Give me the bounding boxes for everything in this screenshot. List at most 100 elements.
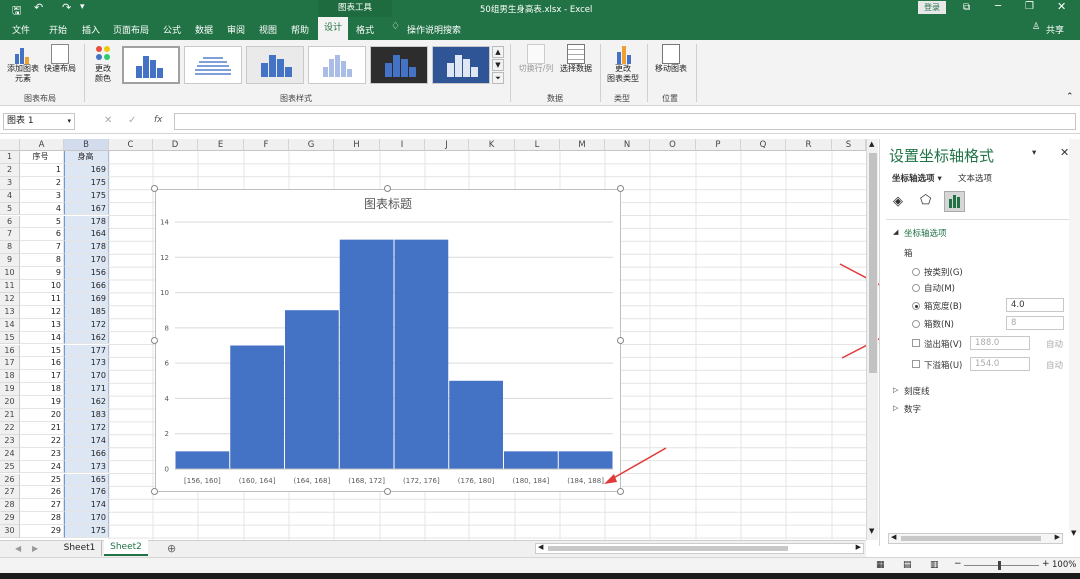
x-tick-label[interactable]: (168, 172] — [348, 477, 385, 485]
tab-data[interactable]: 数据 — [195, 23, 213, 36]
underflow-auto-button[interactable]: 自动 — [1046, 359, 1063, 371]
x-tick-label[interactable]: (172, 176] — [403, 477, 440, 485]
tab-format[interactable]: 格式 — [356, 23, 374, 36]
effects-icon[interactable]: ⬠ — [920, 193, 931, 208]
histogram-bar[interactable] — [285, 310, 339, 469]
axis-options-icon[interactable] — [944, 191, 965, 212]
qat-dropdown-icon[interactable]: ▾ — [80, 2, 85, 12]
section-expand-icon[interactable]: ◢ — [893, 228, 898, 236]
bin-count-input[interactable]: 8 — [1006, 316, 1064, 330]
subtab-text-options[interactable]: 文本选项 — [958, 172, 992, 184]
chart-style-1[interactable] — [122, 46, 180, 84]
collapse-ribbon-icon[interactable]: ⌃ — [1066, 92, 1074, 102]
tell-me-search[interactable]: 操作说明搜索 — [407, 23, 461, 36]
chart-style-5[interactable] — [370, 46, 428, 84]
prev-sheet-icon[interactable]: ◀ — [15, 544, 21, 553]
close-icon[interactable]: ✕ — [1057, 0, 1066, 13]
section-axis-options[interactable]: 坐标轴选项 — [904, 227, 947, 239]
styles-more[interactable]: ⏷ — [492, 72, 504, 84]
tab-home[interactable]: 开始 — [49, 23, 67, 36]
tab-formulas[interactable]: 公式 — [163, 23, 181, 36]
page-layout-view-icon[interactable]: ▤ — [903, 560, 912, 570]
formula-input[interactable] — [174, 113, 1076, 130]
x-tick-label[interactable]: (160, 164] — [239, 477, 276, 485]
tab-design[interactable]: 设计 — [318, 17, 348, 40]
pane-close-icon[interactable]: ✕ — [1060, 146, 1069, 159]
chart-plot-area[interactable]: 0 2 4 6 8 10 12 14 [156, 160] (160, 164] (164, 168… — [156, 190, 620, 491]
histogram-bar[interactable] — [504, 451, 558, 469]
resize-handle-t[interactable] — [384, 185, 391, 192]
x-tick-label[interactable]: (164, 168] — [294, 477, 331, 485]
login-button[interactable]: 登录 — [918, 1, 946, 14]
resize-handle-b[interactable] — [384, 488, 391, 495]
chart-style-3[interactable] — [246, 46, 304, 84]
page-break-view-icon[interactable]: ▥ — [930, 560, 939, 570]
move-chart-button[interactable]: 移动图表 — [652, 44, 690, 74]
histogram-bar[interactable] — [394, 239, 449, 469]
x-tick-label[interactable]: (176, 180] — [458, 477, 495, 485]
resize-handle-bl[interactable] — [151, 488, 158, 495]
radio-bin-count[interactable] — [912, 320, 920, 328]
styles-scroll-up[interactable]: ▲ — [492, 46, 504, 58]
radio-by-category[interactable] — [912, 268, 920, 276]
checkbox-overflow[interactable] — [912, 339, 920, 347]
tick-marks-expand-icon[interactable]: ▷ — [893, 386, 898, 394]
zoom-slider[interactable] — [964, 561, 1039, 570]
histogram-bar[interactable] — [449, 380, 503, 469]
function-icon[interactable]: fx — [154, 115, 163, 125]
tab-insert[interactable]: 插入 — [82, 23, 100, 36]
tab-page-layout[interactable]: 页面布局 — [113, 23, 149, 36]
quick-layout-button[interactable]: 快速布局 — [42, 44, 78, 74]
sheet-tab-1[interactable]: Sheet1 — [58, 541, 102, 556]
chart-style-4[interactable] — [308, 46, 366, 84]
sheet-tab-2[interactable]: Sheet2 — [104, 540, 148, 556]
tab-file[interactable]: 文件 — [12, 23, 30, 36]
zoom-in-icon[interactable]: + — [1042, 559, 1050, 569]
next-sheet-icon[interactable]: ▶ — [32, 544, 38, 553]
name-box[interactable]: 图表 1 ▾ — [3, 113, 75, 130]
x-tick-label[interactable]: (184, 188] — [567, 477, 604, 485]
change-chart-type-button[interactable]: 更改 图表类型 — [604, 44, 642, 84]
pane-scrollbar[interactable]: ◀ ▶ — [888, 533, 1063, 544]
x-tick-label[interactable]: [156, 160] — [184, 477, 221, 485]
number-expand-icon[interactable]: ▷ — [893, 404, 898, 412]
enter-icon[interactable]: ✓ — [128, 115, 136, 126]
zoom-out-icon[interactable]: − — [954, 559, 962, 569]
minimize-icon[interactable]: ─ — [995, 1, 1001, 12]
underflow-input[interactable]: 154.0 — [970, 357, 1030, 371]
pane-options-icon[interactable]: ▾ — [1032, 148, 1036, 158]
radio-bin-width[interactable] — [912, 302, 920, 310]
vertical-scrollbar[interactable]: ▲ ▼ — [866, 139, 878, 540]
histogram-bar[interactable] — [339, 239, 394, 469]
chart-style-2[interactable] — [184, 46, 242, 84]
add-sheet-icon[interactable]: ⊕ — [167, 542, 176, 555]
redo-icon[interactable]: ↷ — [62, 1, 71, 14]
overflow-input[interactable]: 188.0 — [970, 336, 1030, 350]
horizontal-scrollbar[interactable]: ◀ ▶ — [535, 543, 864, 554]
overflow-auto-button[interactable]: 自动 — [1046, 338, 1063, 350]
zoom-level[interactable]: 100% — [1052, 560, 1076, 570]
resize-handle-tl[interactable] — [151, 185, 158, 192]
chart-style-6[interactable] — [432, 46, 490, 84]
resize-handle-l[interactable] — [151, 337, 158, 344]
section-tick-marks[interactable]: 刻度线 — [904, 385, 930, 397]
normal-view-icon[interactable]: ▦ — [876, 560, 885, 570]
scroll-down-icon[interactable]: ▼ — [869, 527, 874, 535]
section-number[interactable]: 数字 — [904, 403, 921, 415]
checkbox-underflow[interactable] — [912, 360, 920, 368]
change-colors-button[interactable]: 更改 颜色 — [88, 44, 118, 84]
radio-auto[interactable] — [912, 284, 920, 292]
add-chart-element-button[interactable]: 添加图表 元素 — [4, 44, 42, 84]
ribbon-display-icon[interactable]: ⧉ — [963, 2, 970, 13]
cancel-icon[interactable]: ✕ — [104, 115, 112, 126]
subtab-axis-options[interactable]: 坐标轴选项 ▾ — [892, 172, 942, 184]
x-tick-label[interactable]: (180, 184] — [513, 477, 550, 485]
resize-handle-tr[interactable] — [617, 185, 624, 192]
histogram-bar[interactable] — [175, 451, 230, 469]
styles-scroll-down[interactable]: ▼ — [492, 59, 504, 71]
fill-line-icon[interactable]: ◈ — [893, 194, 903, 209]
scroll-up-icon[interactable]: ▲ — [869, 140, 874, 148]
scroll-thumb[interactable] — [869, 153, 877, 373]
histogram-chart[interactable]: 图表标题 0 2 4 6 8 10 12 14 [156, 160] (160, 164] (164… — [155, 189, 621, 492]
select-data-button[interactable]: 选择数据 — [558, 44, 594, 74]
